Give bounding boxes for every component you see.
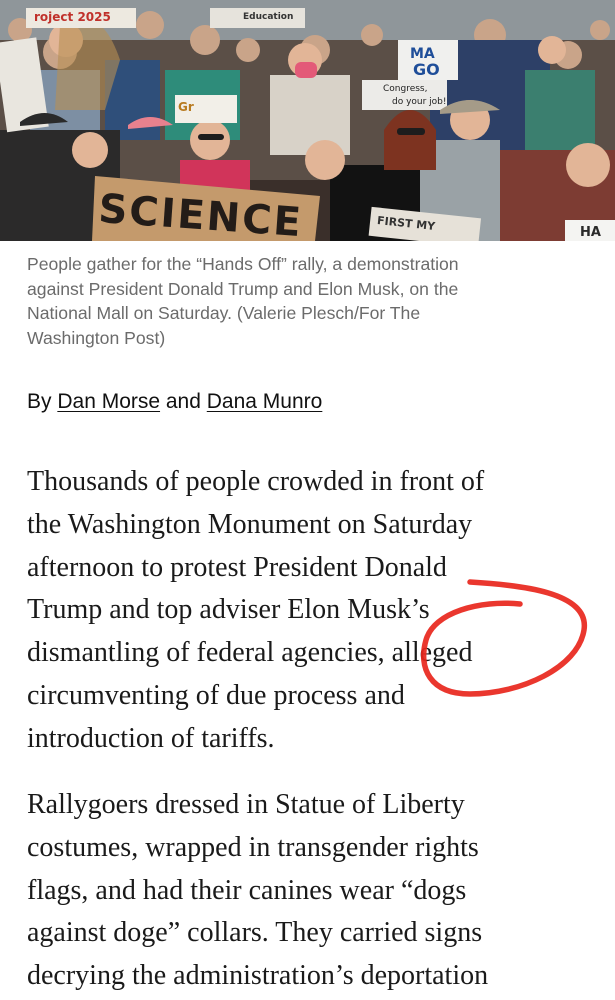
paragraph-line: flags, and had their canines wear “dogs (27, 874, 467, 906)
byline: By Dan Morse and Dana Munro (27, 388, 322, 416)
article-paragraph-2: Rallygoers dressed in Statue of Liberty … (27, 784, 607, 998)
caption-line: National Mall on Saturday. (Valerie Ples… (27, 303, 421, 323)
paragraph-line: Trump and top adviser Elon Musk’s (27, 594, 430, 626)
sign-job: do your job! (392, 97, 447, 107)
paragraph-line: Thousands of people crowded in front of (27, 466, 485, 497)
caption-line: against President Donald Trump and Elon … (27, 278, 459, 299)
article-paragraph-1: Thousands of people crowded in front of … (27, 461, 607, 761)
sign-education: Education (243, 12, 294, 22)
author-link-dan-morse[interactable]: Dan Morse (57, 390, 160, 413)
paragraph-line: Rallygoers dressed in Statue of Liberty (27, 789, 465, 820)
sign-go: GO (413, 60, 440, 79)
sign-congress: Congress, (383, 84, 428, 94)
crowd-scene (0, 0, 615, 241)
caption-line: People gather for the “Hands Off” rally,… (27, 254, 459, 274)
caption-line: Washington Post) (27, 327, 166, 348)
article-photo: roject 2025 Education MA GO Congress, do… (0, 0, 615, 241)
sign-project-2025: roject 2025 (34, 10, 111, 24)
byline-joiner: and (160, 390, 207, 413)
sign-ma: MA (410, 46, 435, 62)
byline-prefix: By (27, 390, 58, 413)
paragraph-line: dismantling of federal agencies, alleged (27, 637, 473, 669)
photo-caption: People gather for the “Hands Off” rally,… (27, 252, 587, 350)
sign-gr: Gr (178, 100, 194, 114)
paragraph-line: against doge” collars. They carried sign… (27, 917, 483, 949)
paragraph-line: circumventing of due process and (27, 679, 405, 711)
paragraph-line: afternoon to protest President Donald (27, 551, 447, 583)
paragraph-line: costumes, wrapped in transgender rights (27, 831, 479, 863)
paragraph-line: decrying the administration’s deportatio… (27, 960, 489, 992)
author-link-dana-munro[interactable]: Dana Munro (207, 390, 323, 413)
paragraph-line: the Washington Monument on Saturday (27, 508, 473, 540)
sign-ha: HA (580, 225, 601, 240)
paragraph-line: introduction of tariffs. (27, 722, 275, 754)
